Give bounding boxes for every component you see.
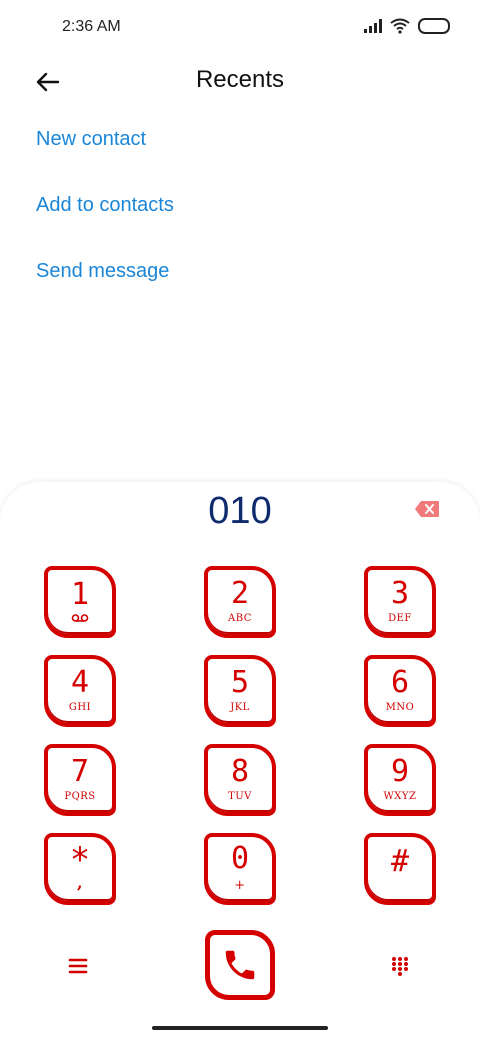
key-digit: 0	[230, 840, 250, 876]
add-to-contacts-link[interactable]: Add to contacts	[36, 194, 174, 216]
key-letters: MNO	[385, 701, 415, 713]
key-0[interactable]: 0 +	[204, 833, 276, 905]
key-8[interactable]: 8 TUV	[204, 744, 276, 816]
key-digit: 2	[230, 575, 250, 611]
key-digit: 7	[70, 753, 90, 789]
send-message-link[interactable]: Send message	[36, 260, 174, 282]
battery-icon	[418, 18, 450, 34]
key-digit: 9	[390, 753, 410, 789]
key-letters: +	[234, 877, 246, 893]
key-4[interactable]: 4 GHI	[44, 655, 116, 727]
key-hash[interactable]: #	[364, 833, 436, 905]
key-star[interactable]: * ,	[44, 833, 116, 905]
key-digit: #	[390, 844, 410, 879]
options-list: New contact Add to contacts Send message	[36, 128, 174, 326]
key-letters: PQRS	[64, 790, 96, 802]
menu-icon[interactable]	[68, 956, 88, 976]
key-digit: 3	[390, 575, 410, 611]
page-title: Recents	[195, 66, 285, 93]
key-digit: 1	[70, 576, 90, 612]
status-icons	[364, 18, 450, 34]
key-letters: TUV	[228, 790, 252, 802]
key-letters: ,	[76, 872, 84, 892]
key-7[interactable]: 7 PQRS	[44, 744, 116, 816]
key-2[interactable]: 2 ABC	[204, 566, 276, 638]
key-3[interactable]: 3 DEF	[364, 566, 436, 638]
phone-icon	[225, 950, 255, 980]
dialpad-icon[interactable]	[390, 956, 410, 976]
key-letters: DEF	[388, 612, 412, 624]
home-indicator[interactable]	[152, 1026, 328, 1030]
key-digit: 6	[390, 664, 410, 700]
status-bar: 2:36 AM	[0, 0, 480, 56]
key-6[interactable]: 6 MNO	[364, 655, 436, 727]
key-1[interactable]: 1	[44, 566, 116, 638]
voicemail-icon	[71, 613, 89, 622]
wifi-icon	[390, 18, 410, 34]
status-time: 2:36 AM	[62, 18, 121, 35]
header: Recents	[0, 56, 480, 108]
dialer-action-bar	[0, 930, 480, 1002]
key-digit: 8	[230, 753, 250, 789]
key-digit: *	[69, 839, 91, 880]
key-letters: JKL	[230, 701, 250, 713]
key-digit: 4	[70, 664, 90, 700]
backspace-icon[interactable]	[414, 500, 440, 518]
dialer-panel: 010 1 2 ABC 3 DEF 4 GHI 5 JKL 6 MNO 7 PQ…	[0, 482, 480, 1040]
dialed-number: 010	[208, 490, 272, 532]
key-9[interactable]: 9 WXYZ	[364, 744, 436, 816]
key-digit: 5	[230, 664, 250, 700]
key-letters: GHI	[68, 701, 92, 713]
call-button[interactable]	[205, 930, 275, 1000]
key-letters: ABC	[228, 612, 252, 624]
new-contact-link[interactable]: New contact	[36, 128, 174, 150]
key-5[interactable]: 5 JKL	[204, 655, 276, 727]
key-letters: WXYZ	[383, 790, 417, 802]
signal-icon	[364, 19, 382, 33]
